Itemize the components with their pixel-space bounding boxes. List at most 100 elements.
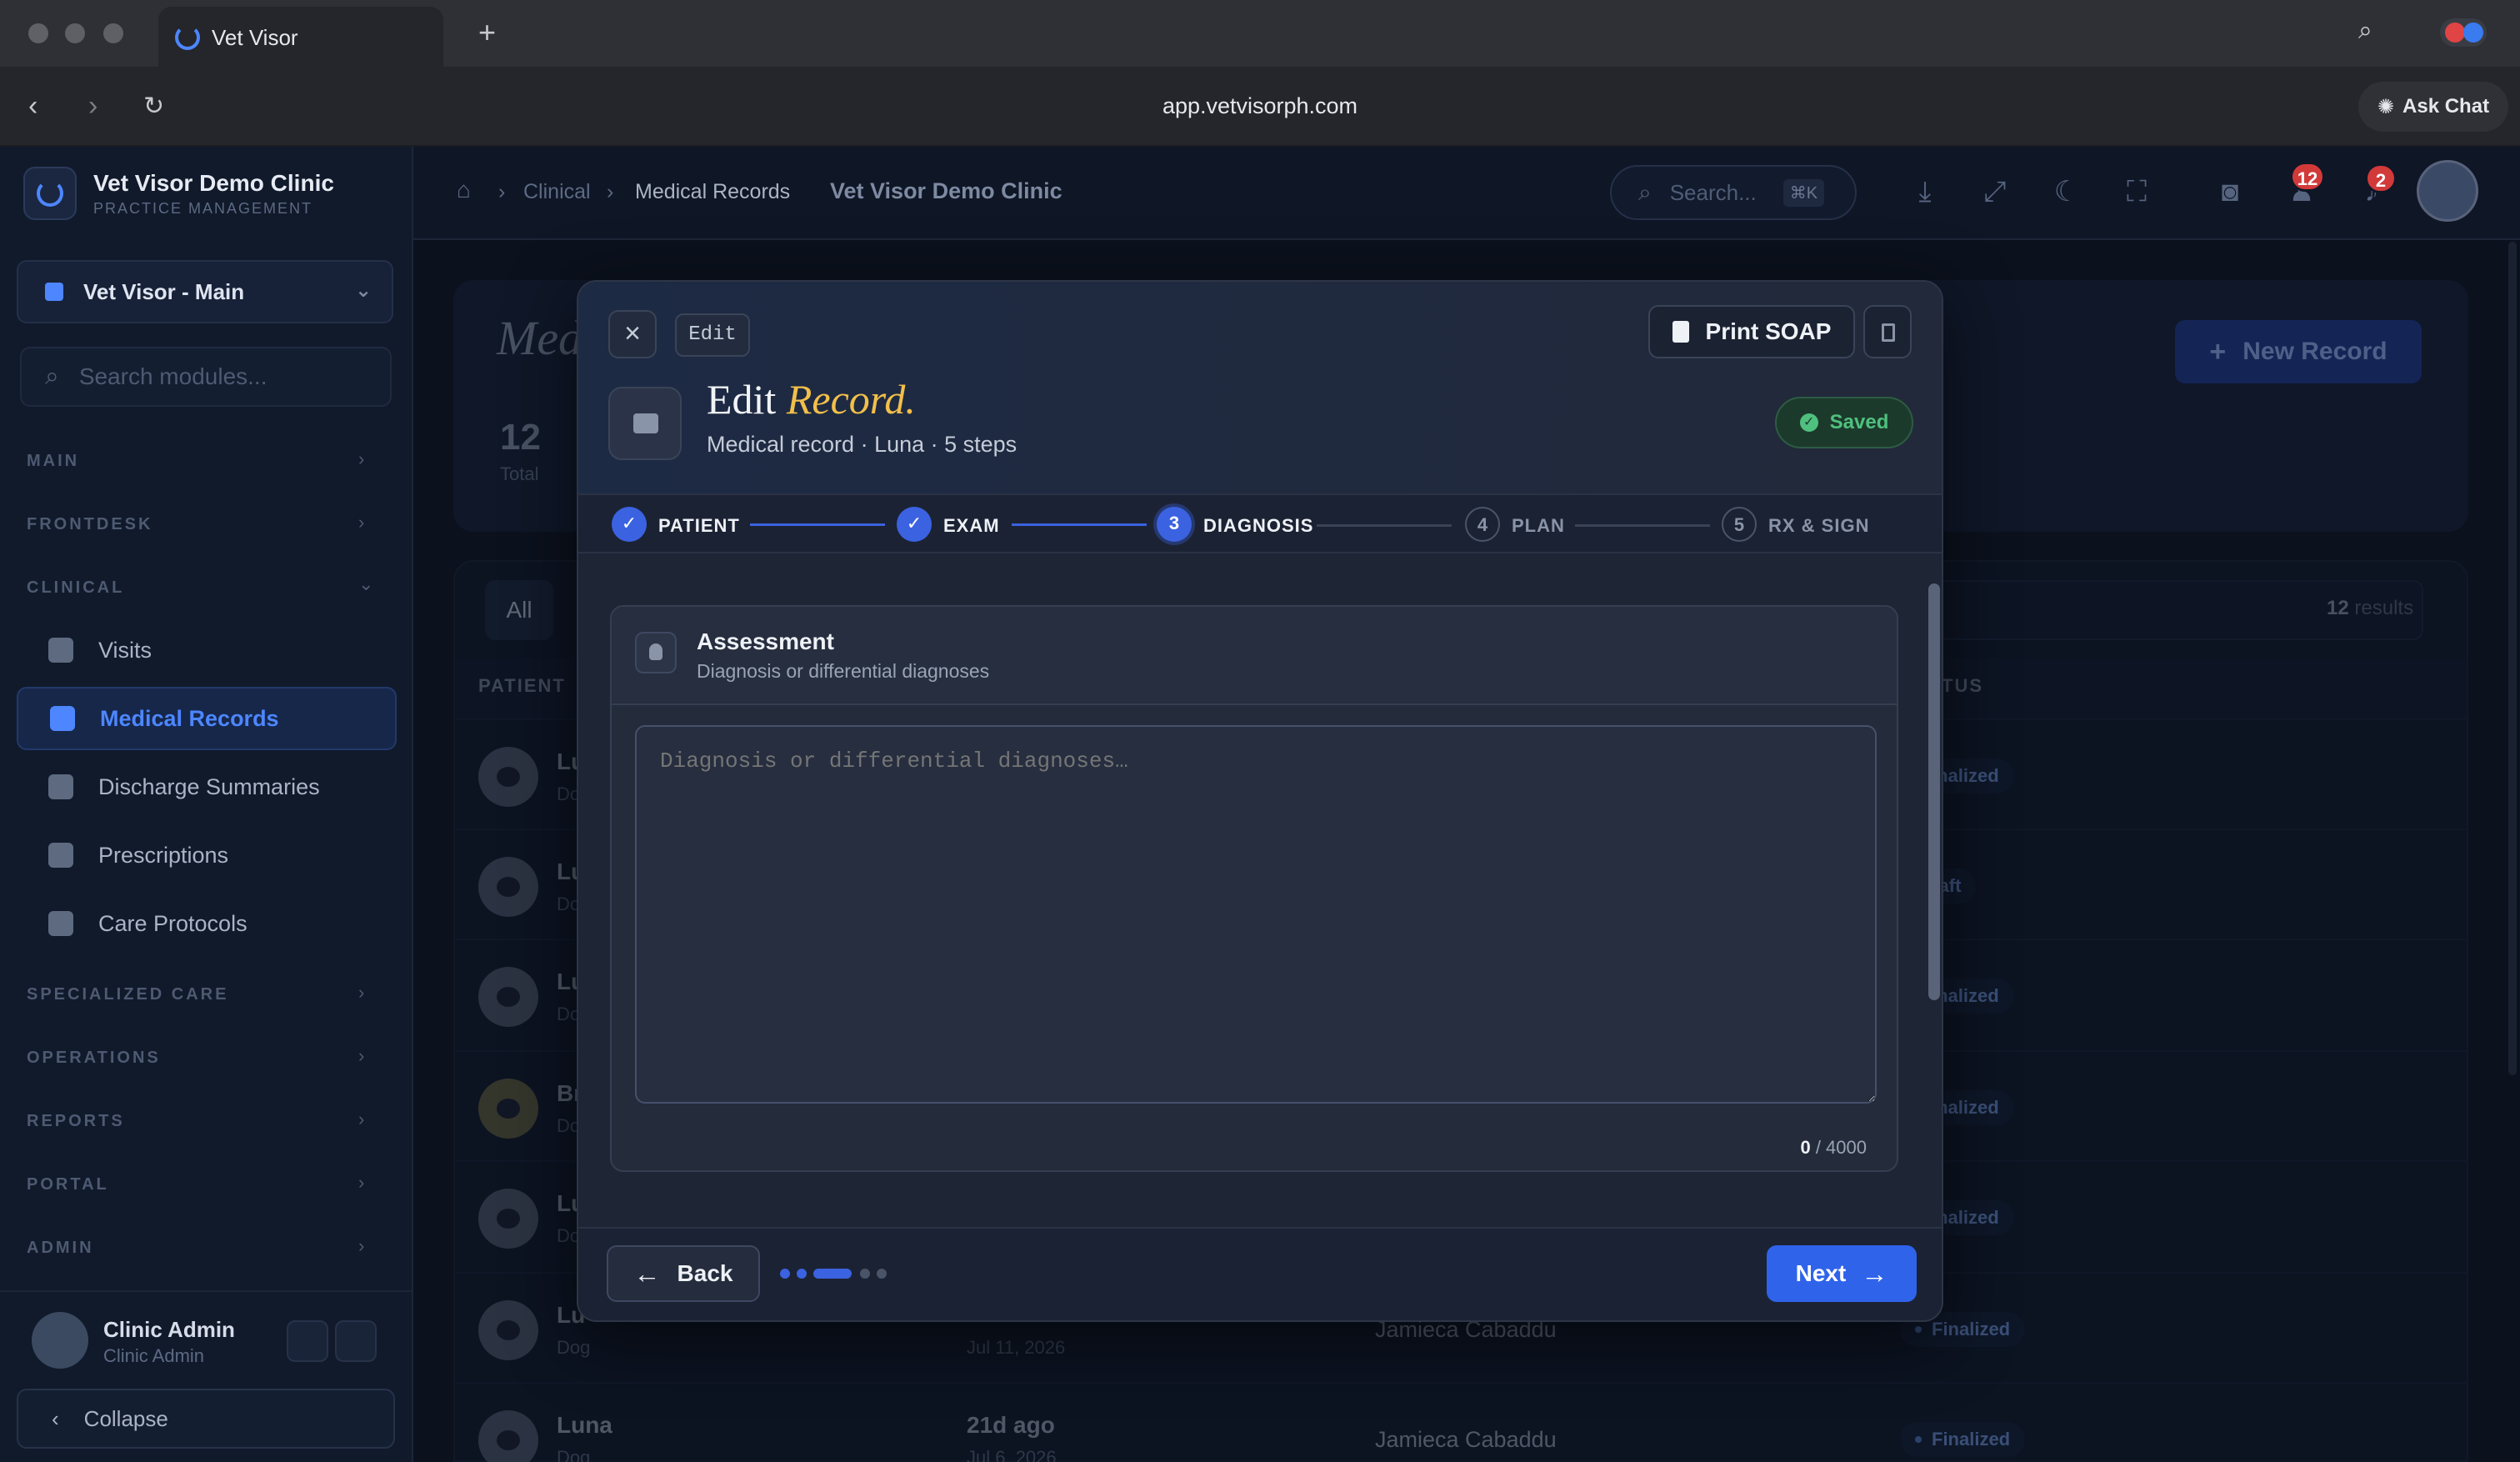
sidebar-section-portal[interactable]: PORTAL [27, 1175, 109, 1194]
step-plan-label[interactable]: PLAN [1512, 515, 1565, 537]
sidebar-section-main[interactable]: MAIN [27, 452, 79, 471]
global-search-input[interactable]: ⌕ Search... ⌘K [1610, 165, 1857, 220]
chevron-right-icon[interactable]: › [358, 448, 364, 470]
assessment-title: Assessment [697, 628, 834, 654]
clinic-subtitle: PRACTICE MANAGEMENT [93, 200, 313, 217]
briefcase-medical-icon [48, 638, 73, 663]
branch-selector[interactable]: Vet Visor - Main ⌄ [17, 260, 393, 323]
breadcrumb-separator: › [498, 180, 506, 203]
ask-chat-button[interactable]: ✺ Ask Chat [2358, 82, 2508, 132]
tab-title: Vet Visor [212, 25, 298, 50]
assessment-subtitle: Diagnosis or differential diagnoses [697, 660, 990, 682]
sidebar-section-frontdesk[interactable]: FRONTDESK [27, 515, 152, 534]
chevron-right-icon[interactable]: › [358, 1109, 364, 1130]
chevron-right-icon[interactable]: › [358, 1235, 364, 1257]
new-tab-icon[interactable]: + [478, 15, 496, 50]
assessment-textarea[interactable] [635, 725, 1877, 1104]
step-patient-label[interactable]: PATIENT [658, 515, 740, 537]
chevron-right-icon[interactable]: › [358, 512, 364, 533]
window-minimize-dot[interactable] [65, 23, 85, 43]
trash-icon[interactable] [1863, 305, 1912, 358]
assessment-card: Assessment Diagnosis or differential dia… [610, 605, 1898, 1172]
sidebar-item-discharge-summaries[interactable]: Discharge Summaries [17, 755, 397, 819]
step-rx-sign-label[interactable]: RX & SIGN [1768, 515, 1869, 537]
vetvisor-logo-icon [175, 25, 200, 50]
lightbulb-icon [635, 632, 677, 673]
clinic-logo-icon [23, 167, 77, 220]
breadcrumb-medical-records: Medical Records [635, 180, 791, 203]
progress-dot [797, 1269, 807, 1279]
step-diagnosis-number[interactable]: 3 [1157, 507, 1192, 542]
step-connector [1317, 524, 1452, 527]
sidebar-section-clinical[interactable]: CLINICAL [27, 578, 124, 598]
collapse-sidebar-button[interactable]: ‹ Collapse [17, 1389, 395, 1449]
assessment-card-header [612, 607, 1897, 705]
step-rx-sign-number[interactable]: 5 [1722, 507, 1757, 542]
sidebar-item-medical-records[interactable]: Medical Records [17, 687, 397, 750]
camera-icon[interactable]: ◙ [2213, 175, 2247, 208]
next-button[interactable]: Next → [1767, 1245, 1917, 1302]
chat-icon: ✺ [2377, 95, 2395, 118]
module-search-input[interactable]: ⌕ Search modules... [20, 347, 392, 407]
sidebar-section-specialized-care[interactable]: SPECIALIZED CARE [27, 985, 228, 1004]
chevron-down-icon[interactable]: ⌄ [358, 573, 373, 595]
saved-status-badge: ✓ Saved [1775, 397, 1913, 448]
step-connector [750, 523, 885, 526]
sidebar-item-label: Discharge Summaries [98, 774, 320, 799]
window-zoom-dot[interactable] [103, 23, 123, 43]
browser-tab[interactable]: Vet Visor [158, 7, 443, 67]
header-avatar[interactable] [2417, 160, 2478, 222]
chevron-right-icon[interactable]: › [358, 1045, 364, 1067]
sidebar-section-operations[interactable]: OPERATIONS [27, 1049, 161, 1068]
next-label: Next [1795, 1260, 1847, 1286]
window-close-dot[interactable] [28, 23, 48, 43]
header-clinic-name: Vet Visor Demo Clinic [830, 178, 1062, 203]
fullscreen-icon[interactable]: ⛶ [2120, 175, 2153, 208]
download-icon[interactable]: ⤓ [1908, 175, 1942, 208]
step-connector [1575, 524, 1710, 527]
chevron-right-icon[interactable]: › [358, 1172, 364, 1194]
counter-current: 0 [1800, 1137, 1811, 1158]
address-bar[interactable]: app.vetvisorph.com [0, 93, 2520, 119]
close-icon[interactable]: × [608, 310, 657, 358]
progress-dot-active [813, 1269, 852, 1279]
modal-title: Edit Record. [707, 375, 916, 423]
switch-user-icon[interactable] [287, 1320, 328, 1362]
sidebar-item-visits[interactable]: Visits [17, 618, 397, 682]
home-icon[interactable]: ⌂ [457, 177, 471, 203]
progress-dot [877, 1269, 887, 1279]
sidebar-divider [0, 1290, 412, 1292]
user-avatar[interactable] [32, 1312, 88, 1369]
notifications-badge: 2 [2365, 163, 2397, 193]
step-diagnosis-label[interactable]: DIAGNOSIS [1203, 515, 1313, 537]
progress-dot [860, 1269, 870, 1279]
counter-max: / 4000 [1815, 1137, 1867, 1158]
search-icon: ⌕ [45, 363, 59, 390]
search-icon[interactable]: ⌕ [2358, 17, 2372, 45]
sidebar-item-care-protocols[interactable]: Care Protocols [17, 892, 397, 955]
arrow-right-icon: → [1861, 1258, 1888, 1289]
chevron-right-icon[interactable]: › [358, 982, 364, 1004]
step-exam-check-icon[interactable]: ✓ [897, 507, 932, 542]
print-soap-label: Print SOAP [1705, 318, 1832, 344]
step-exam-label[interactable]: EXAM [943, 515, 1000, 537]
step-patient-check-icon[interactable]: ✓ [612, 507, 647, 542]
expand-icon[interactable]: ⤢ [1978, 175, 2012, 208]
sidebar-section-reports[interactable]: REPORTS [27, 1112, 125, 1131]
sidebar-item-label: Prescriptions [98, 842, 229, 868]
file-text-icon [50, 706, 75, 731]
back-button[interactable]: ← Back [607, 1245, 760, 1302]
sidebar-item-label: Visits [98, 637, 152, 663]
step-plan-number[interactable]: 4 [1465, 507, 1500, 542]
modal-scrollbar[interactable] [1928, 583, 1940, 1000]
sidebar-item-label: Medical Records [100, 705, 279, 731]
sidebar-item-prescriptions[interactable]: Prescriptions [17, 824, 397, 887]
edit-tag: Edit [675, 313, 750, 357]
extension-icon[interactable] [2440, 18, 2487, 47]
breadcrumb-clinical[interactable]: Clinical [523, 180, 591, 204]
print-soap-button[interactable]: Print SOAP [1648, 305, 1855, 358]
gear-icon[interactable] [335, 1320, 377, 1362]
bandage-icon [48, 911, 73, 936]
sidebar-section-admin[interactable]: ADMIN [27, 1239, 94, 1258]
moon-icon[interactable]: ☾ [2050, 175, 2083, 208]
